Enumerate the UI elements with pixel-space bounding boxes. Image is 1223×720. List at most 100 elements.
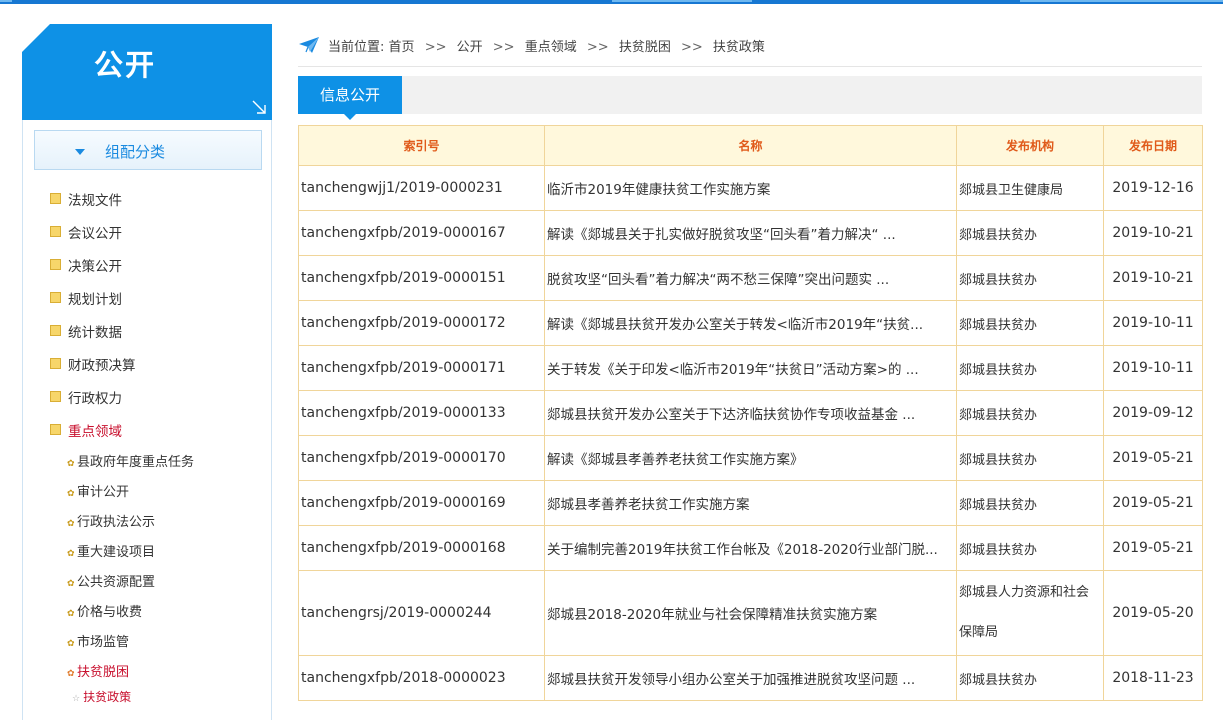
document-link[interactable]: 脱贫攻坚“回头看”着力解决“两不愁三保障”突出问题实 ... xyxy=(547,272,889,288)
breadcrumb-gongkai[interactable]: 公开 xyxy=(457,40,483,55)
sub-item-label: 审计公开 xyxy=(77,485,130,500)
cell-date: 2019-05-21 xyxy=(1103,435,1203,481)
category-label: 组配分类 xyxy=(105,143,166,161)
sidebar-item-huiyi[interactable]: 会议公开 xyxy=(50,222,122,242)
cell-name: 关于编制完善2019年扶贫工作台帐及《2018-2020行业部门脱... xyxy=(544,525,957,571)
breadcrumb-fupin[interactable]: 扶贫脱困 xyxy=(619,40,671,55)
sub-item-jiage[interactable]: ✿ 价格与收费 xyxy=(67,601,142,620)
sub-item-label: 价格与收费 xyxy=(77,605,143,620)
sidebar-item-fagui[interactable]: 法规文件 xyxy=(50,189,122,209)
breadcrumb-zhengce[interactable]: 扶贫政策 xyxy=(713,40,765,55)
top-accent-left xyxy=(0,0,12,2)
sidebar-item-label: 重点领域 xyxy=(68,424,122,440)
document-link[interactable]: 解读《郯城县关于扎实做好脱贫攻坚“回头看”着力解决“ ... xyxy=(547,227,896,243)
cell-name: 郯城县孝善养老扶贫工作实施方案 xyxy=(544,480,957,526)
flower-bullet-icon: ✿ xyxy=(67,459,75,469)
tab-info-public[interactable]: 信息公开 xyxy=(298,76,402,114)
top-accent-bar xyxy=(0,0,1223,4)
tab-bar: 信息公开 xyxy=(298,76,1202,120)
category-toggle[interactable]: 组配分类 xyxy=(34,130,262,170)
document-link[interactable]: 郯城县扶贫开发领导小组办公室关于加强推进脱贫攻坚问题 ... xyxy=(547,672,915,688)
document-link[interactable]: 郯城县孝善养老扶贫工作实施方案 xyxy=(547,497,750,513)
cell-index: tanchengxfpb/2019-0000167 xyxy=(298,210,545,256)
cell-index: tanchengxfpb/2019-0000168 xyxy=(298,525,545,571)
document-link[interactable]: 解读《郯城县扶贫开发办公室关于转发<临沂市2019年“扶贫... xyxy=(547,317,923,333)
sub-item-label: 扶贫脱困 xyxy=(77,665,130,680)
sub-item-shenji[interactable]: ✿ 审计公开 xyxy=(67,481,129,500)
sub-item-label: 公共资源配置 xyxy=(77,575,156,590)
sidebar-title: 公开 xyxy=(93,48,156,82)
sidebar-item-label: 法规文件 xyxy=(68,193,122,209)
cell-index: tanchengrsj/2019-0000244 xyxy=(298,570,545,656)
sidebar-item-juece[interactable]: 决策公开 xyxy=(50,255,122,275)
cell-org: 郯城县扶贫办 xyxy=(956,480,1104,526)
flower-bullet-icon: ✿ xyxy=(67,549,75,559)
cell-org: 郯城县扶贫办 xyxy=(956,345,1104,391)
document-link[interactable]: 关于编制完善2019年扶贫工作台帐及《2018-2020行业部门脱... xyxy=(547,542,938,558)
sidebar-item-tongji[interactable]: 统计数据 xyxy=(50,321,122,341)
flower-bullet-icon: ✿ xyxy=(67,489,75,499)
cell-date: 2019-05-21 xyxy=(1103,525,1203,571)
table-row: tanchengxfpb/2018-0000023 郯城县扶贫开发领导小组办公室关… xyxy=(298,655,1203,701)
cell-index: tanchengwjj1/2019-0000231 xyxy=(298,165,545,211)
cell-name: 临沂市2019年健康扶贫工作实施方案 xyxy=(544,165,957,211)
top-accent-mid xyxy=(612,0,752,2)
cell-date: 2019-10-11 xyxy=(1103,345,1203,391)
arrow-down-right-icon xyxy=(252,100,266,114)
cell-index: tanchengxfpb/2019-0000169 xyxy=(298,480,545,526)
cell-index: tanchengxfpb/2018-0000023 xyxy=(298,655,545,701)
cell-org: 郯城县扶贫办 xyxy=(956,525,1104,571)
paper-plane-icon xyxy=(299,37,319,53)
sub-item-label: 重大建设项目 xyxy=(77,545,156,560)
table-row: tanchengwjj1/2019-0000231 临沂市2019年健康扶贫工作实… xyxy=(298,165,1203,211)
sub-item-niandu[interactable]: ✿ 县政府年度重点任务 xyxy=(67,451,194,470)
cell-org: 郯城县扶贫办 xyxy=(956,210,1104,256)
folder-square-icon xyxy=(50,325,61,336)
cell-index: tanchengxfpb/2019-0000172 xyxy=(298,300,545,346)
document-link[interactable]: 解读《郯城县孝善养老扶贫工作实施方案》 xyxy=(547,452,804,468)
sidebar-item-guihua[interactable]: 规划计划 xyxy=(50,288,122,308)
breadcrumb-divider xyxy=(298,66,1202,67)
cell-date: 2019-05-20 xyxy=(1103,570,1203,656)
table-row: tanchengxfpb/2019-0000170 解读《郯城县孝善养老扶贫工作实… xyxy=(298,435,1203,481)
breadcrumb-separator: >> xyxy=(680,40,703,55)
table-row: tanchengxfpb/2019-0000169 郯城县孝善养老扶贫工作实施方案… xyxy=(298,480,1203,526)
header-org: 发布机构 xyxy=(956,125,1104,166)
sub-item-ziyuan[interactable]: ✿ 公共资源配置 xyxy=(67,571,155,590)
cell-org: 郯城县卫生健康局 xyxy=(956,165,1104,211)
info-table: 索引号 名称 发布机构 发布日期 tanchengwjj1/2019-00002… xyxy=(298,125,1203,701)
cell-date: 2019-10-21 xyxy=(1103,255,1203,301)
sidebar-item-zhongdian[interactable]: 重点领域 xyxy=(50,420,122,440)
caret-down-icon xyxy=(75,149,85,155)
cell-org: 郯城县扶贫办 xyxy=(956,390,1104,436)
cell-index: tanchengxfpb/2019-0000170 xyxy=(298,435,545,481)
sub-item-zhifa[interactable]: ✿ 行政执法公示 xyxy=(67,511,155,530)
cell-index: tanchengxfpb/2019-0000133 xyxy=(298,390,545,436)
document-link[interactable]: 临沂市2019年健康扶贫工作实施方案 xyxy=(547,182,770,198)
breadcrumb-zhongdian[interactable]: 重点领域 xyxy=(525,40,577,55)
document-link[interactable]: 郯城县2018-2020年就业与社会保障精准扶贫实施方案 xyxy=(547,607,877,623)
folder-square-icon xyxy=(50,292,61,303)
sub-item-jianguan[interactable]: ✿ 市场监管 xyxy=(67,631,129,650)
flower-bullet-icon: ✿ xyxy=(67,519,75,529)
document-link[interactable]: 郯城县扶贫开发办公室关于下达济临扶贫协作专项收益基金 ... xyxy=(547,407,915,423)
cell-date: 2019-12-16 xyxy=(1103,165,1203,211)
cell-index: tanchengxfpb/2019-0000171 xyxy=(298,345,545,391)
sidebar-item-label: 财政预决算 xyxy=(68,358,136,374)
breadcrumb-home[interactable]: 首页 xyxy=(389,40,415,55)
header-name: 名称 xyxy=(544,125,957,166)
sub-item-label: 市场监管 xyxy=(77,635,130,650)
cell-name: 解读《郯城县扶贫开发办公室关于转发<临沂市2019年“扶贫... xyxy=(544,300,957,346)
cell-date: 2019-10-21 xyxy=(1103,210,1203,256)
sub-item-fupin[interactable]: ✿ 扶贫脱困 xyxy=(67,661,129,680)
flower-bullet-icon: ✿ xyxy=(67,579,75,589)
sub-item-jianshe[interactable]: ✿ 重大建设项目 xyxy=(67,541,155,560)
cell-date: 2018-11-23 xyxy=(1103,655,1203,701)
cell-org: 郯城县扶贫办 xyxy=(956,655,1104,701)
table-row: tanchengxfpb/2019-0000167 解读《郯城县关于扎实做好脱贫攻… xyxy=(298,210,1203,256)
document-link[interactable]: 关于转发《关于印发<临沂市2019年“扶贫日”活动方案>的 ... xyxy=(547,362,919,378)
subsub-item-zhengce[interactable]: ☆ 扶贫政策 xyxy=(72,688,131,705)
sidebar-item-xingzheng[interactable]: 行政权力 xyxy=(50,387,122,407)
breadcrumb-separator: >> xyxy=(424,40,447,55)
sidebar-item-caizheng[interactable]: 财政预决算 xyxy=(50,354,136,374)
